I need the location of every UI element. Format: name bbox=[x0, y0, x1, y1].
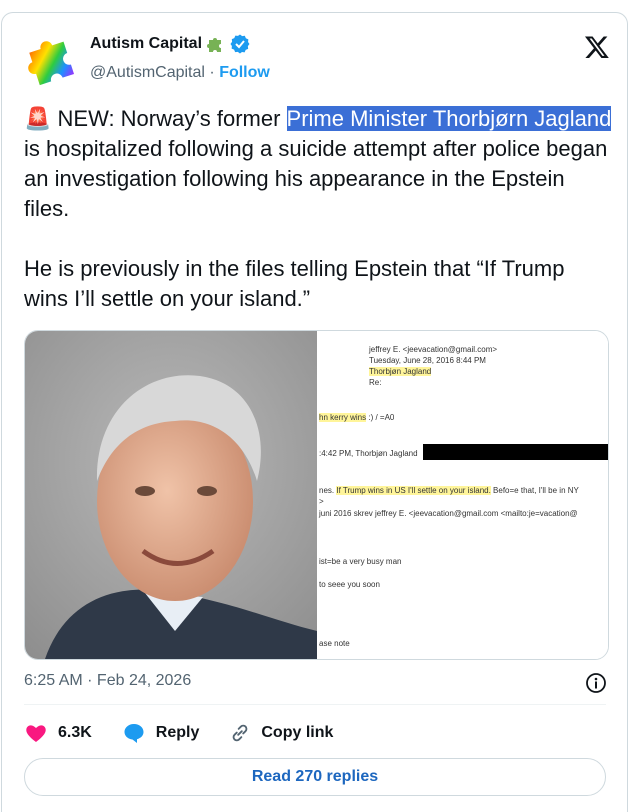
doc-to: Thorbjøn Jagland bbox=[369, 367, 432, 376]
doc-line-3-pre: nes. bbox=[319, 486, 337, 495]
post-paragraph-1: 🚨 NEW: Norway’s former Prime Minister Th… bbox=[24, 104, 614, 224]
reply-label: Reply bbox=[155, 724, 200, 741]
reply-button[interactable]: Reply bbox=[122, 721, 200, 745]
post-paragraph-2: He is previously in the files telling Ep… bbox=[24, 256, 565, 311]
heart-icon bbox=[26, 725, 46, 742]
portrait-photo[interactable] bbox=[25, 331, 317, 659]
doc-line-1-rest: :) / =A0 bbox=[366, 413, 395, 422]
handle-row: @AutismCapital · Follow bbox=[90, 64, 270, 82]
like-count: 6.3K bbox=[58, 724, 92, 741]
doc-line-3: nes. If Trump wins in US I'll settle on … bbox=[319, 486, 579, 495]
doc-date: Tuesday, June 28, 2016 8:44 PM bbox=[369, 356, 486, 365]
verified-badge-icon bbox=[230, 34, 250, 54]
siren-emoji: 🚨 bbox=[24, 106, 52, 131]
doc-line-4: juni 2016 skrev jeffrey E. <jeevacation@… bbox=[319, 509, 578, 518]
redaction-bar bbox=[423, 444, 608, 460]
doc-line-3-highlight: If Trump wins in US I'll settle on your … bbox=[336, 486, 491, 495]
media-attachment[interactable]: jeffrey E. <jeevacation@gmail.com> Tuesd… bbox=[24, 330, 609, 660]
divider bbox=[24, 704, 606, 705]
doc-line-3-post: Befo=e that, I'll be in NY bbox=[490, 486, 579, 495]
puzzle-piece-icon bbox=[207, 38, 222, 52]
post-lead: NEW: Norway’s former bbox=[51, 106, 287, 131]
post-rest: is hospitalized following a suicide atte… bbox=[24, 136, 608, 221]
doc-line-5: ist=be a very busy man bbox=[319, 557, 402, 566]
action-bar: 6.3K Reply Copy link bbox=[24, 718, 363, 748]
reply-bubble-icon bbox=[124, 724, 144, 743]
doc-line-6: to seeе you soon bbox=[319, 580, 380, 589]
read-replies-button[interactable]: Read 270 replies bbox=[24, 758, 606, 796]
follow-button[interactable]: Follow bbox=[219, 64, 270, 81]
doc-line-1-highlight: hn kerry wins bbox=[319, 413, 367, 422]
post-header: Autism Capital @AutismCapital · Follow bbox=[24, 30, 614, 86]
doc-line-3b: > bbox=[319, 497, 324, 506]
doc-line-1: hn kerry wins :) / =A0 bbox=[319, 413, 394, 422]
highlighted-text: Prime Minister Thorbjørn Jagland bbox=[286, 106, 612, 131]
doc-re: Re: bbox=[369, 378, 382, 387]
doc-line-2: :4:42 PM, Thorbjøn Jagland bbox=[319, 449, 418, 458]
doc-line-7: ase note bbox=[319, 639, 350, 648]
display-name[interactable]: Autism Capital bbox=[90, 35, 202, 53]
name-row: Autism Capital bbox=[90, 34, 250, 54]
post-text: 🚨 NEW: Norway’s former Prime Minister Th… bbox=[24, 104, 614, 314]
like-button[interactable]: 6.3K bbox=[24, 721, 92, 745]
copy-link-button[interactable]: Copy link bbox=[229, 722, 333, 744]
separator: · bbox=[209, 64, 215, 81]
doc-from: jeffrey E. <jeevacation@gmail.com> bbox=[369, 345, 498, 354]
x-logo-icon[interactable] bbox=[584, 34, 610, 60]
handle[interactable]: @AutismCapital bbox=[90, 64, 205, 81]
copy-link-label: Copy link bbox=[261, 724, 334, 741]
timestamp[interactable]: 6:25 AM · Feb 24, 2026 bbox=[24, 672, 191, 690]
info-icon[interactable] bbox=[585, 672, 607, 694]
link-icon bbox=[233, 724, 248, 742]
avatar[interactable] bbox=[24, 30, 80, 86]
email-document: jeffrey E. <jeevacation@gmail.com> Tuesd… bbox=[317, 331, 608, 659]
